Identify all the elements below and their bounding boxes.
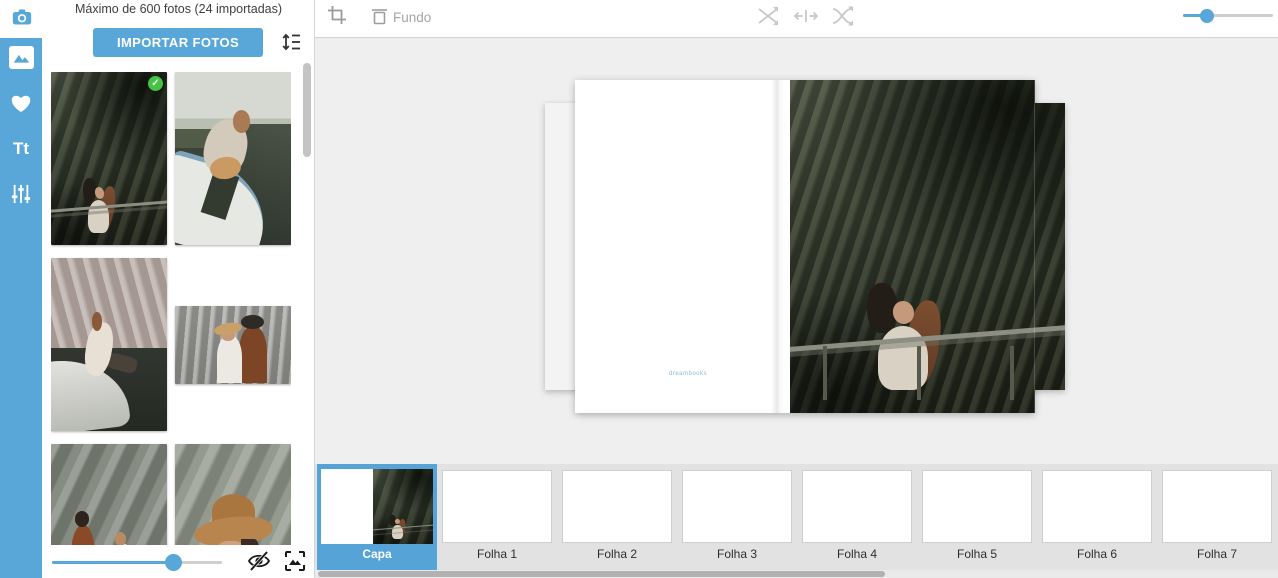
photo-grid: ✓ [51,72,291,545]
page-label: Capa [317,547,437,561]
zoom-slider-thumb[interactable] [1200,9,1214,23]
slider-thumb[interactable] [165,554,182,571]
text-icon: Tt [13,139,29,158]
page-thumbnail [682,470,792,543]
trash-icon [371,6,388,25]
library-photo-6[interactable] [175,444,291,545]
filmstrip-page-capa[interactable]: Capa [317,464,437,570]
page-thumbnail [1162,470,1272,543]
page-label: Folha 3 [677,547,797,561]
hide-used-photos-button[interactable] [246,549,272,575]
filmstrip-scrollbar[interactable] [315,570,1278,578]
page-label: Folha 6 [1037,547,1157,561]
photo-panel-footer [42,545,315,578]
filmstrip-page-folha-7[interactable]: Folha 7 [1157,464,1277,570]
cover-photo[interactable] [790,80,1065,413]
tune-icon [11,184,31,204]
sidebar: Tt [0,38,42,578]
library-photo-1[interactable]: ✓ [51,72,167,245]
page-filmstrip: Capa Folha 1 Folha 2 Folha 3 Folha 4 Fol… [315,464,1278,570]
library-photo-3[interactable] [51,258,167,431]
shuffle-icon [757,6,779,26]
page-label: Folha 5 [917,547,1037,561]
crop-button[interactable] [326,5,348,27]
shuffle-photos-button[interactable] [830,5,854,29]
swap-horizontal-icon [794,7,818,25]
filmstrip-page-folha-1[interactable]: Folha 1 [437,464,557,570]
page-label: Folha 1 [437,547,557,561]
filmstrip-page-folha-2[interactable]: Folha 2 [557,464,677,570]
photo-list-scrollbar[interactable] [303,63,311,157]
filmstrip-scrollbar-thumb[interactable] [318,571,885,577]
heart-icon [10,93,32,113]
thumbnail-size-slider[interactable] [52,553,222,571]
image-icon [12,49,31,66]
page-label: Folha 2 [557,547,677,561]
photo-used-badge: ✓ [148,76,163,91]
filmstrip-page-folha-5[interactable]: Folha 5 [917,464,1037,570]
photobook-editor: Tt Máximo de 600 fotos (24 importadas) I… [0,0,1278,578]
photo-count-label: Máximo de 600 fotos (24 importadas) [42,2,315,16]
line-spacing-icon [281,32,301,52]
photo-library-panel: Máximo de 600 fotos (24 importadas) IMPO… [42,0,315,578]
library-photo-2[interactable] [175,72,291,245]
library-photo-4[interactable] [175,306,291,384]
camera-icon [12,7,32,27]
page-label: Folha 4 [797,547,917,561]
eye-off-icon [247,549,271,573]
sidebar-item-photos[interactable] [9,46,34,69]
page-thumbnail [562,470,672,543]
shuffle-button[interactable] [756,5,780,29]
swap-pages-button[interactable] [793,5,819,29]
import-photos-button[interactable]: IMPORTAR FOTOS [93,28,263,57]
shuffle-photos-icon [831,6,853,26]
page-thumbnail [1042,470,1152,543]
sidebar-item-text[interactable]: Tt [0,138,42,172]
page-thumbnail [802,470,912,543]
background-button-label[interactable]: Fundo [393,10,431,25]
filmstrip-page-folha-3[interactable]: Folha 3 [677,464,797,570]
page-thumbnail [321,469,433,544]
remove-background-button[interactable] [369,6,389,28]
editor-canvas[interactable]: dreambooks [315,38,1278,464]
back-cover-logo: dreambooks [575,371,801,377]
slider-fill [52,561,173,564]
autofill-pages-button[interactable] [283,550,307,574]
crop-icon [327,5,347,25]
library-photo-5[interactable] [51,444,167,545]
sidebar-item-settings[interactable] [0,184,42,218]
image-frame-icon [284,550,306,572]
sidebar-item-favorites[interactable] [0,93,42,127]
page-thumbnail [922,470,1032,543]
filmstrip-page-folha-6[interactable]: Folha 6 [1037,464,1157,570]
filmstrip-page-folha-4[interactable]: Folha 4 [797,464,917,570]
camera-header [0,0,42,38]
workspace: Fundo [315,0,1278,578]
canvas-zoom-slider[interactable] [1183,6,1273,26]
editor-toolbar: Fundo [315,0,1278,38]
page-thumbnail [442,470,552,543]
page-label: Folha 7 [1157,547,1277,561]
sort-order-button[interactable] [280,32,302,54]
cover-thumbnail-photo [373,469,433,544]
spine-fold [771,80,785,413]
